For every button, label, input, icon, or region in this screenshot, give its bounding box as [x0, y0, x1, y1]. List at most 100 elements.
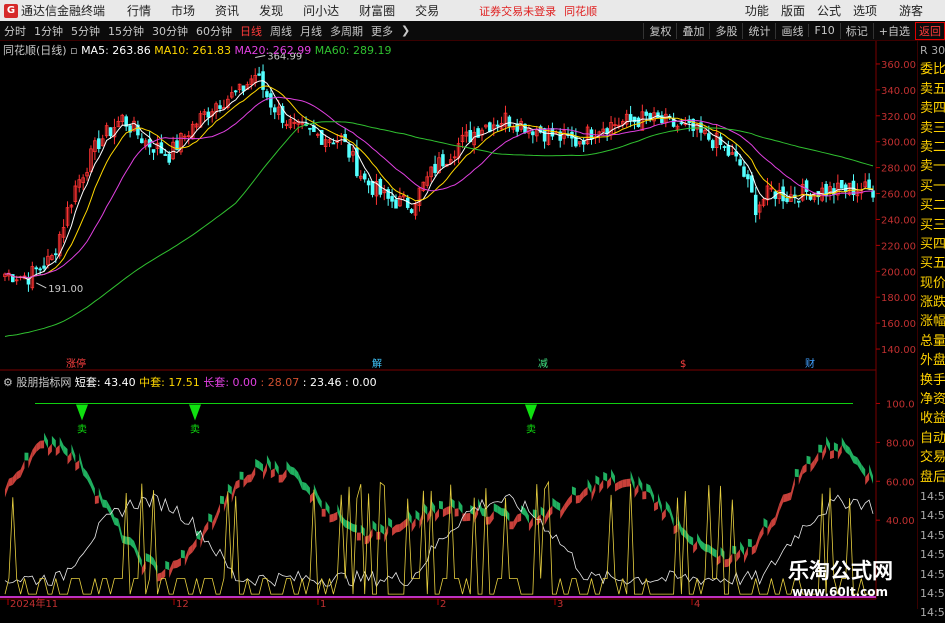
band-segment	[356, 532, 361, 541]
watermark-url: www.60lt.com	[792, 585, 889, 599]
panel-label: 14:56	[920, 489, 945, 503]
candle-body	[433, 163, 437, 173]
panel-header: R 300	[920, 44, 945, 57]
candle-body	[390, 196, 394, 202]
band-segment	[747, 538, 752, 548]
indicator-settings-icon[interactable]: ⚙	[3, 376, 13, 389]
band-segment	[118, 518, 123, 543]
band-segment	[341, 514, 346, 528]
band-segment	[247, 474, 252, 483]
ma-settings-icon[interactable]: ▫	[70, 44, 77, 57]
band-segment	[380, 523, 385, 535]
band-segment	[591, 483, 596, 502]
band-segment	[317, 494, 322, 509]
x-tick-label: 4	[694, 599, 700, 609]
stock-chart[interactable]: 卖卖卖 360.00340.00320.00300.00280.00260.00…	[0, 0, 945, 609]
band-segment	[47, 443, 52, 457]
candle-body	[531, 131, 535, 136]
band-segment	[263, 462, 267, 480]
band-segment	[611, 468, 615, 484]
band-segment	[642, 491, 647, 500]
candle-body	[394, 199, 398, 209]
band-segment	[712, 547, 717, 558]
band-segment	[571, 486, 576, 496]
series-5-value: 23.46	[309, 376, 342, 389]
panel-label: 换手	[920, 372, 945, 388]
price-tick-label: 240.00	[881, 215, 916, 226]
quote-side-panel: R 300 委比卖五卖四卖三卖二卖一买一买二买三买四买五现价涨跌涨幅总量外盘换手…	[917, 41, 945, 619]
band-segment	[528, 517, 533, 532]
sell-signal-arrow	[525, 404, 537, 421]
band-segment	[44, 432, 48, 449]
band-segment	[485, 516, 490, 525]
candle-body	[151, 149, 156, 153]
series-short-value: 43.40	[104, 376, 136, 389]
band-segment	[833, 442, 838, 452]
candle-body	[628, 114, 633, 121]
band-segment	[579, 489, 584, 503]
candle-body	[550, 128, 555, 137]
band-segment	[759, 525, 764, 541]
band-segment	[231, 481, 236, 503]
panel-label: 净资	[920, 392, 945, 408]
band-segment	[204, 521, 209, 535]
band-segment	[102, 499, 107, 509]
band-segment	[630, 470, 635, 491]
candle-body	[750, 175, 754, 193]
band-segment	[771, 516, 776, 528]
watermark: 乐淘公式网 www.60lt.com	[778, 553, 906, 603]
band-segment	[802, 463, 807, 475]
band-segment	[826, 436, 831, 452]
band-segment	[509, 521, 514, 530]
candle-body	[636, 117, 641, 127]
band-segment	[329, 513, 334, 523]
band-segment	[544, 509, 549, 526]
band-segment	[614, 481, 619, 492]
panel-label: 买五	[920, 256, 945, 272]
x-tick-label: 2024年11	[10, 597, 58, 609]
band-segment	[853, 455, 858, 466]
band-segment	[751, 544, 756, 555]
band-segment	[693, 540, 698, 554]
band-segment	[87, 471, 91, 488]
band-segment	[845, 444, 850, 456]
ma-line-ma5	[4, 80, 874, 281]
band-segment	[814, 452, 819, 468]
band-segment	[399, 520, 404, 532]
band-segment	[790, 476, 795, 500]
series-mid-name: 中套	[139, 376, 162, 389]
panel-label: 14:56	[920, 586, 945, 600]
panel-label: 交易	[920, 450, 945, 466]
ma10-value: 261.83	[192, 44, 232, 57]
band-segment	[415, 510, 420, 522]
band-segment	[607, 476, 612, 490]
band-segment	[259, 461, 264, 473]
ind-tick-label: 100.0	[886, 399, 915, 410]
band-segment	[595, 475, 600, 486]
band-segment	[255, 458, 260, 469]
band-segment	[59, 436, 64, 454]
band-segment	[63, 445, 68, 457]
candlesticks	[3, 64, 875, 292]
price-tick-label: 360.00	[881, 60, 916, 71]
candle-body	[679, 122, 684, 125]
band-segment	[552, 497, 557, 509]
x-tick-label: 12	[176, 599, 189, 609]
price-tick-label: 340.00	[881, 86, 916, 97]
candle-body	[785, 198, 789, 202]
band-segment	[16, 469, 21, 480]
candle-body	[488, 122, 492, 132]
band-segment	[290, 466, 295, 476]
sell-signal-label: 卖	[526, 423, 536, 435]
band-segment	[568, 494, 572, 507]
candle-body	[804, 180, 809, 192]
band-segment	[661, 508, 666, 522]
panel-label: 14:56	[920, 509, 945, 523]
band-segment	[493, 503, 498, 514]
candle-body	[241, 85, 246, 92]
band-segment	[270, 468, 275, 479]
panel-label: 买二	[920, 198, 945, 214]
panel-label: 收益	[920, 411, 945, 427]
band-segment	[274, 460, 279, 475]
band-segment	[173, 560, 178, 569]
